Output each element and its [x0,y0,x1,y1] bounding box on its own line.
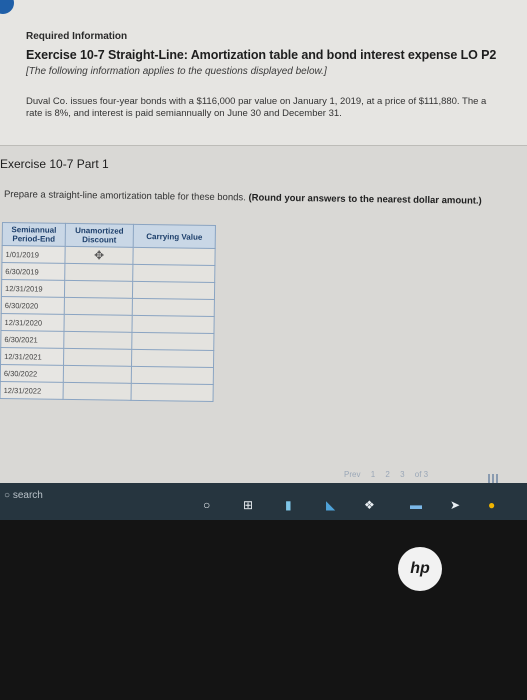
search-label: search [12,490,43,501]
carrying-value-input[interactable] [132,281,215,300]
hp-logo-icon: hp [398,547,442,591]
period-date: 12/31/2021 [0,347,64,366]
period-date: 6/30/2019 [1,262,65,281]
description-line-2: rate is 8%, and interest is paid semiann… [26,108,342,119]
discount-input[interactable] [63,348,132,367]
cursor-icon: ✥ [93,248,105,263]
period-date: 12/31/2020 [0,313,65,332]
chrome-icon[interactable]: ● [488,498,495,512]
info-note: [The following information applies to th… [26,66,327,77]
period-date: 6/30/2020 [1,296,65,315]
arrow-icon[interactable]: ➤ [450,498,460,512]
table-row: 12/31/2022 [0,381,214,402]
app-icon[interactable]: ▬ [410,498,422,512]
carrying-value-input[interactable] [131,349,214,368]
pagination: Prev 1 2 3 of 3 [344,470,436,479]
folder-icon[interactable]: ▮ [285,498,292,512]
instructions: Prepare a straight-line amortization tab… [4,189,482,207]
cortana-icon[interactable]: ○ [203,498,210,512]
instructions-rounding: (Round your answers to the nearest dolla… [248,192,482,207]
discount-input[interactable] [64,263,133,282]
header-carrying-value: Carrying Value [133,224,216,249]
amortization-table: Semiannual Period-End Unamortized Discou… [0,222,216,402]
discount-input[interactable]: ✥ [64,246,134,265]
period-date: 12/31/2019 [1,279,65,298]
edge-icon[interactable]: ◣ [326,498,335,512]
carrying-value-input[interactable] [131,315,215,334]
page-1-button[interactable]: 1 [371,470,375,479]
header-unamortized-discount: Unamortized Discount [65,223,134,248]
discount-input[interactable] [64,280,133,299]
dropbox-icon[interactable]: ❖ [364,498,375,512]
discount-input[interactable] [63,314,133,333]
carrying-value-input[interactable] [131,383,214,402]
taskbar-search[interactable]: ○ search [4,490,43,501]
exercise-title: Exercise 10-7 Straight-Line: Amortizatio… [26,48,497,62]
carrying-value-input[interactable] [131,332,214,351]
carrying-value-input[interactable] [132,247,216,266]
screen: Required Information Exercise 10-7 Strai… [0,0,527,520]
discount-input[interactable] [64,297,133,316]
description-line-1: Duval Co. issues four-year bonds with a … [26,96,487,107]
taskbar [0,483,527,520]
prev-button[interactable]: Prev [344,470,360,479]
discount-input[interactable] [63,382,132,401]
period-date: 1/01/2019 [1,245,66,264]
instructions-text: Prepare a straight-line amortization tab… [3,189,246,204]
page-2-button[interactable]: 2 [385,470,389,479]
badge-icon [0,0,14,14]
page-3-button[interactable]: 3 [400,470,404,479]
discount-input[interactable] [63,365,132,384]
carrying-value-input[interactable] [132,264,215,283]
discount-input[interactable] [63,331,132,350]
header-period-end: Semiannual Period-End [2,222,66,247]
page-count: of 3 [414,470,429,479]
required-info-heading: Required Information [26,31,128,42]
required-info-panel: Required Information Exercise 10-7 Strai… [0,0,527,146]
period-date: 6/30/2022 [0,364,64,383]
carrying-value-input[interactable] [131,366,214,385]
task-view-icon[interactable]: ⊞ [243,498,253,512]
period-date: 12/31/2022 [0,381,64,400]
carrying-value-input[interactable] [132,298,215,317]
part-title: Exercise 10-7 Part 1 [0,157,109,171]
period-date: 6/30/2021 [0,330,64,349]
